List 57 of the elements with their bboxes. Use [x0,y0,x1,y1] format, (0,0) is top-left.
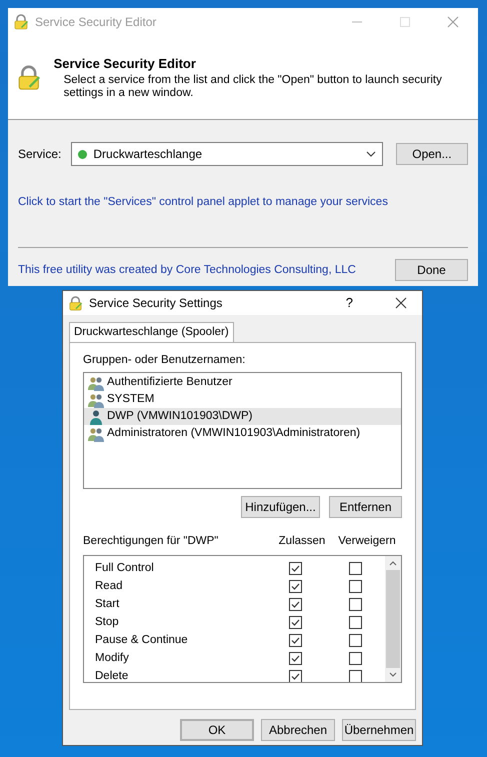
allow-checkbox[interactable] [288,616,302,629]
allow-checkbox[interactable] [288,562,302,575]
dialog-button[interactable]: OK [180,719,254,741]
deny-checkbox[interactable] [348,634,362,647]
service-label: Service: [18,146,62,163]
services-link[interactable]: Click to start the "Services" control panel applet to manage your services [8,194,478,212]
permission-name: Pause & Continue [95,632,189,648]
dialog-button[interactable]: Abbrechen [261,719,335,741]
user-group-icon [88,426,104,442]
open-button[interactable]: Open... [396,143,468,165]
credit-text: This free utility was created by Core Technologies Consulting, LLC [18,262,357,278]
allow-header: Zulassen [278,534,326,550]
chevron-down-icon [366,151,376,157]
deny-checkbox[interactable] [348,580,362,593]
permission-name: Read [95,578,124,594]
user-list-item[interactable]: Authentifizierte Benutzer [84,374,401,392]
permissions-label: Berechtigungen für "DWP" [83,534,220,550]
permission-name: Modify [95,650,130,666]
help-button[interactable]: ? [346,293,353,313]
window-title: Service Security Editor [35,14,158,31]
user-group-icon [88,392,104,408]
close-icon[interactable] [395,297,407,309]
running-status-icon [78,150,88,158]
permission-name: Stop [95,614,120,630]
permission-name: Delete [95,668,130,682]
scrollbar[interactable] [385,556,401,682]
deny-checkbox[interactable] [348,652,362,665]
allow-checkbox[interactable] [288,652,302,665]
service-tab[interactable]: Druckwarteschlange (Spooler) [69,322,234,342]
user-list-item[interactable]: SYSTEM [84,391,401,408]
done-button[interactable]: Done [395,259,468,282]
header-description: Select a service from the list and click the "Open" button to launch security settings in a new window. [62,74,443,100]
dialog-button[interactable]: Übernehmen [342,719,416,741]
permission-name: Full Control [95,560,155,576]
user-icon [88,408,104,425]
users-label: Gruppen- oder Benutzernamen: [83,353,246,368]
deny-checkbox[interactable] [348,562,362,575]
add-button[interactable]: Hinzufügen... [241,496,320,518]
window-title: Service Security Settings [89,295,224,312]
lock-icon [13,14,29,30]
deny-header: Verweigern [337,534,397,550]
user-list-item[interactable]: DWP (VMWIN101903\DWP) [84,408,401,426]
user-group-icon [88,374,104,391]
deny-checkbox[interactable] [348,670,362,682]
allow-checkbox[interactable] [288,634,302,647]
lock-icon [68,296,83,310]
permission-name: Start [95,596,120,612]
service-dropdown[interactable]: Druckwarteschlange [71,142,383,166]
remove-button[interactable]: Entfernen [329,496,402,518]
allow-checkbox[interactable] [288,598,302,611]
allow-checkbox[interactable] [288,670,302,682]
deny-checkbox[interactable] [348,598,362,611]
header-title: Service Security Editor [54,55,197,73]
scroll-thumb[interactable] [386,570,400,668]
allow-checkbox[interactable] [288,580,302,593]
deny-checkbox[interactable] [348,616,362,629]
user-list-item[interactable]: Administratoren (VMWIN101903\Administratoren) [84,425,401,442]
